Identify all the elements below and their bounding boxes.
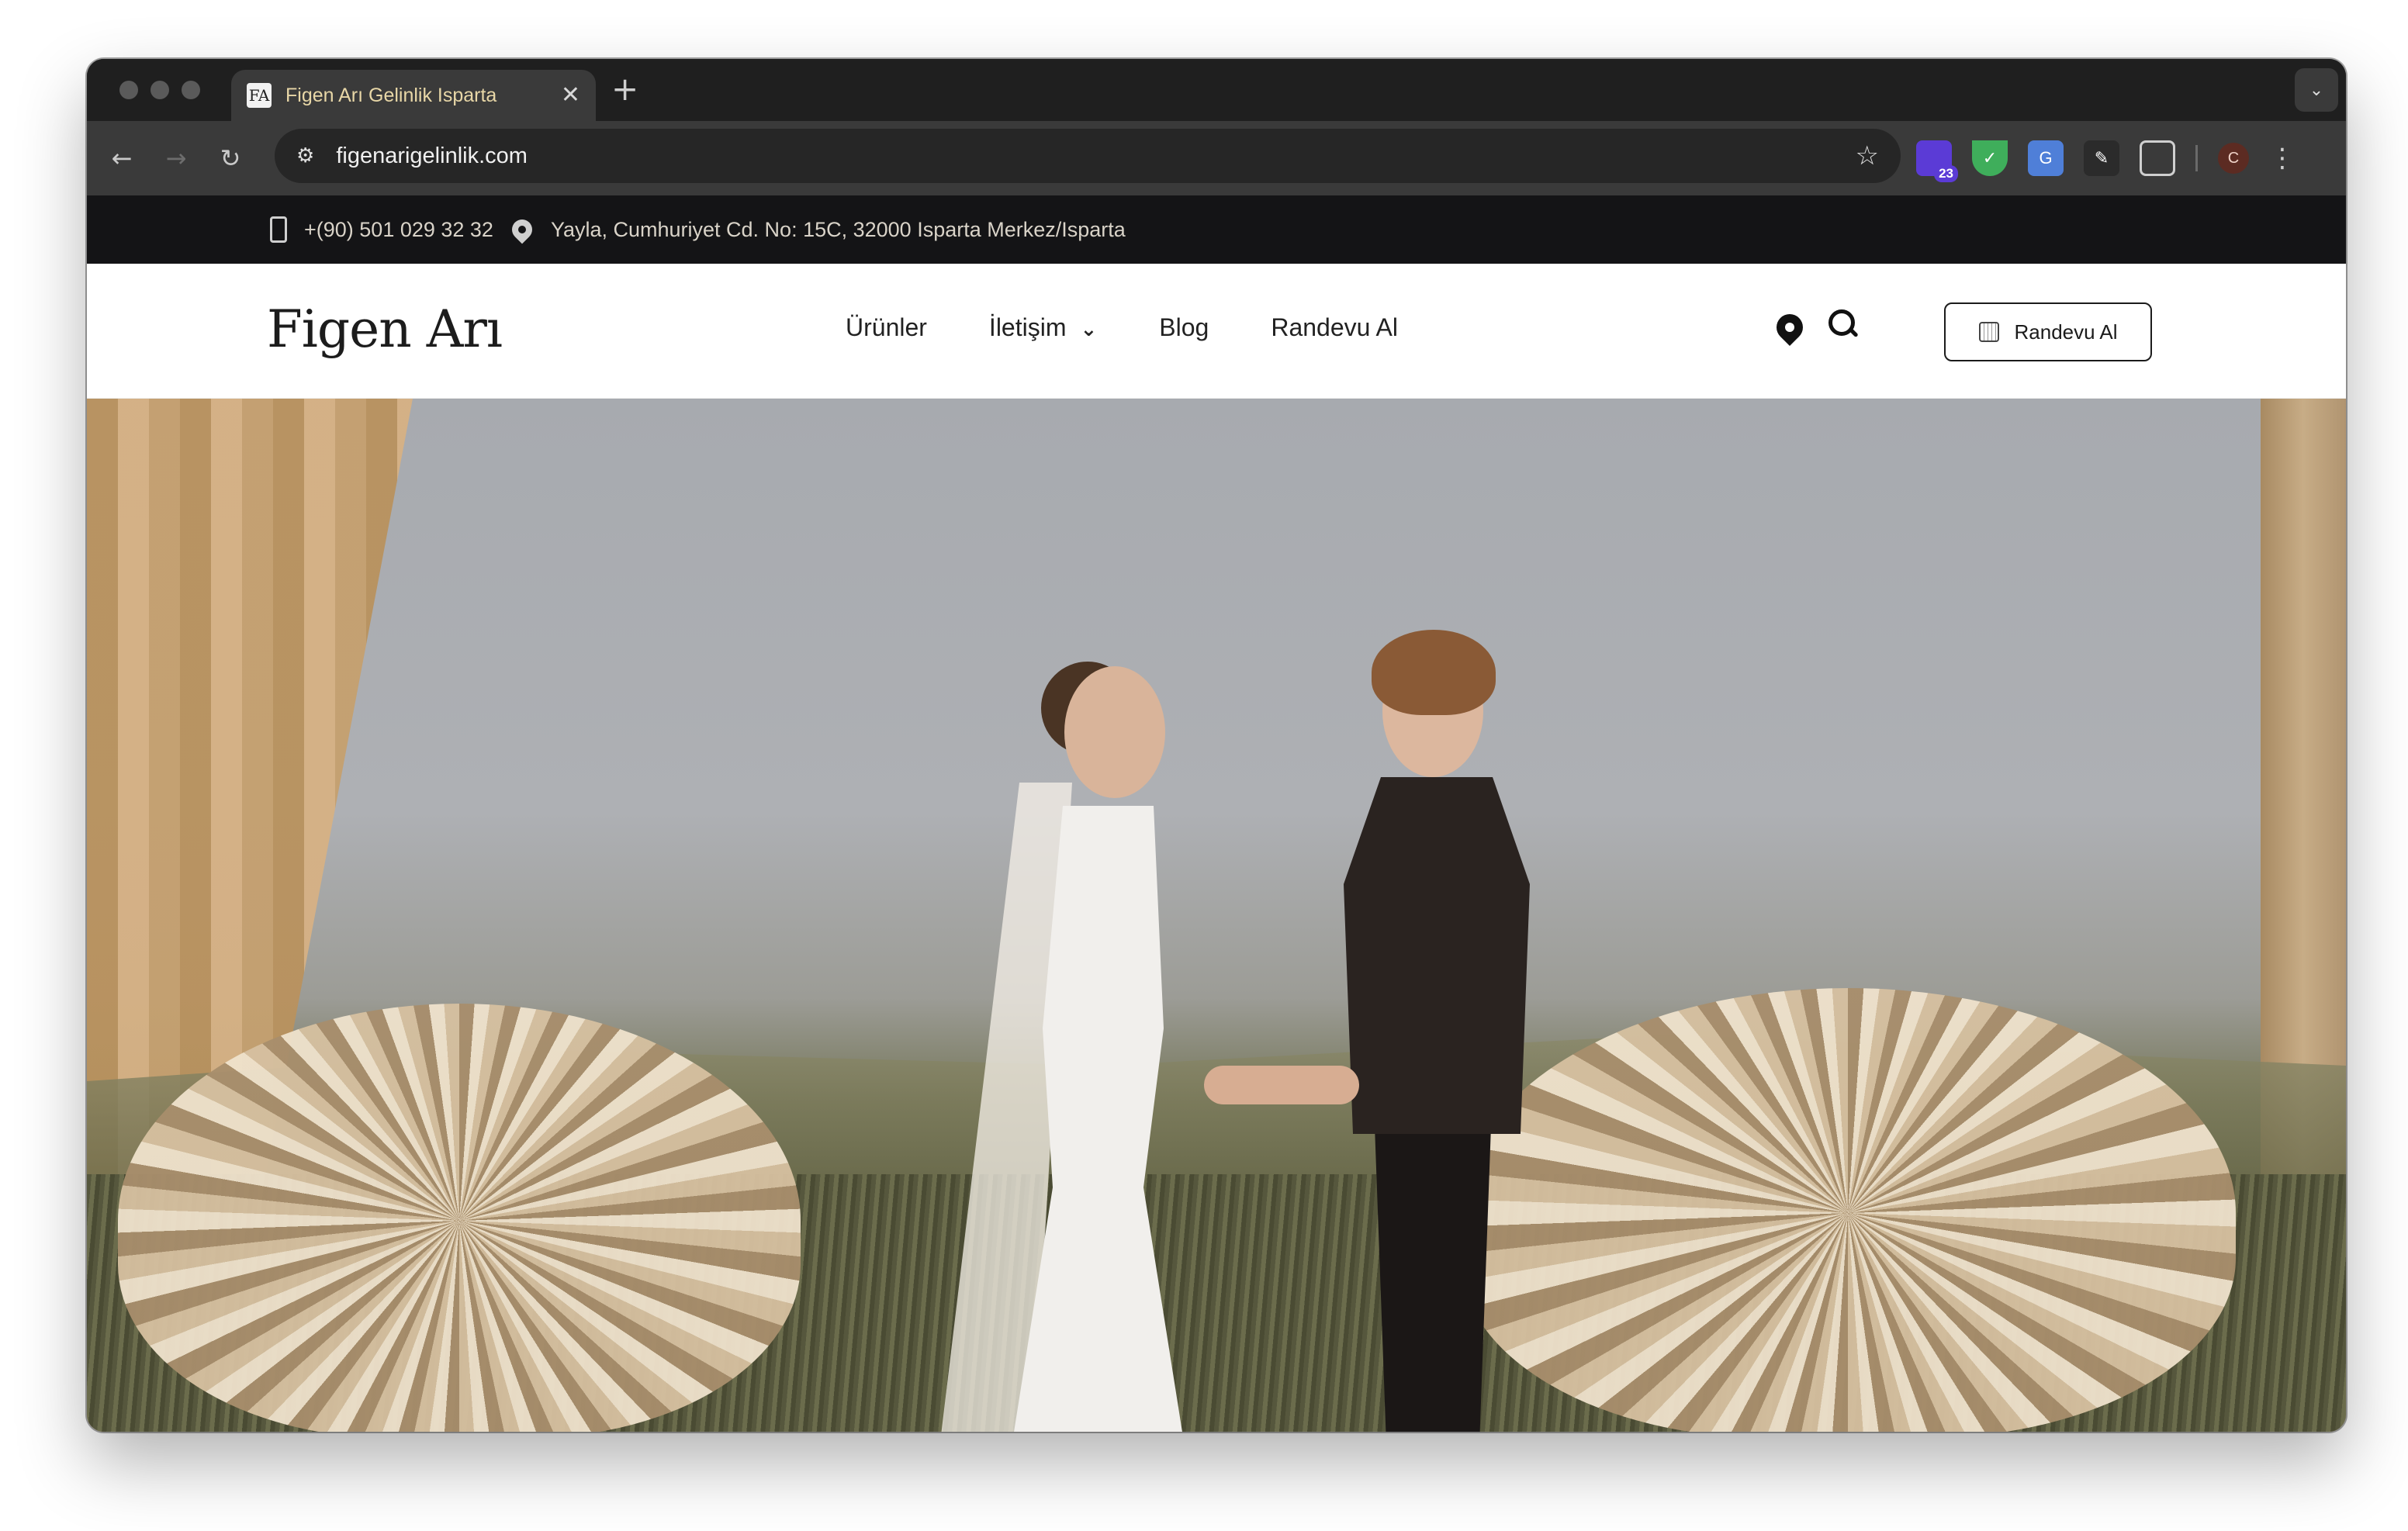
puzzle-extension-icon[interactable] <box>2140 140 2175 176</box>
phone-icon <box>270 216 287 243</box>
forward-arrow-icon[interactable]: → <box>149 143 203 173</box>
groom-figure <box>1297 630 1576 1432</box>
site-logo[interactable]: Figen Arı <box>267 299 503 359</box>
bookmark-star-icon[interactable]: ☆ <box>1856 140 1879 171</box>
header-icons <box>1770 307 1862 347</box>
tab-title: Figen Arı Gelinlik Isparta <box>285 84 497 106</box>
back-arrow-icon[interactable]: ← <box>95 143 149 173</box>
web-page: +(90) 501 029 32 32 Yayla, Cumhuriyet Cd… <box>87 195 2346 1432</box>
browser-menu-icon[interactable]: ⋮ <box>2269 143 2296 174</box>
profile-avatar[interactable]: C <box>2218 143 2249 174</box>
appointment-button-label: Randevu Al <box>2014 320 2118 344</box>
bride-head <box>1064 666 1165 798</box>
shield-extension-icon[interactable]: ✓ <box>1972 140 2008 176</box>
chevron-down-icon: ⌄ <box>1080 318 1098 341</box>
groom-hair <box>1372 630 1496 715</box>
tab-active[interactable]: FA Figen Arı Gelinlik Isparta ✕ <box>231 70 596 121</box>
browser-window: FA Figen Arı Gelinlik Isparta ✕ + ⌄ ← → … <box>87 59 2346 1432</box>
tab-strip: FA Figen Arı Gelinlik Isparta ✕ + ⌄ <box>87 59 2346 121</box>
minimize-window-button[interactable] <box>150 81 169 99</box>
location-icon[interactable] <box>1770 308 1809 347</box>
toolbar-divider <box>2195 145 2198 171</box>
new-tab-button[interactable]: + <box>611 73 638 105</box>
reload-icon[interactable]: ↻ <box>203 143 258 173</box>
groom-jacket <box>1344 777 1530 1134</box>
calendar-icon <box>1978 322 1999 342</box>
url-text[interactable]: figenarigelinlik.com <box>336 143 1855 169</box>
window-controls <box>119 81 200 99</box>
contact-topbar: +(90) 501 029 32 32 Yayla, Cumhuriyet Cd… <box>87 195 2346 264</box>
site-settings-icon[interactable]: ⚙ <box>296 144 314 168</box>
appointment-button[interactable]: Randevu Al <box>1944 302 2152 361</box>
groom-pants <box>1375 1126 1491 1432</box>
site-header: Figen Arı Ürünler İletişim ⌄ Blog Randevu… <box>87 264 2346 399</box>
pampas-grass-left <box>118 1004 801 1432</box>
extension-icon-purple[interactable]: 23 <box>1916 140 1958 182</box>
extensions-row: 23 ✓ G ✎ C ⋮ <box>1916 133 2296 183</box>
main-nav: Ürünler İletişim ⌄ Blog Randevu Al <box>846 313 1398 342</box>
tab-search-chevron-icon[interactable]: ⌄ <box>2295 68 2338 112</box>
pampas-grass-right <box>1460 988 2236 1432</box>
translate-extension-icon[interactable]: G <box>2028 140 2064 176</box>
address-text[interactable]: Yayla, Cumhuriyet Cd. No: 15C, 32000 Isp… <box>551 218 1126 242</box>
nav-item-blog[interactable]: Blog <box>1159 313 1209 342</box>
tab-close-icon[interactable]: ✕ <box>561 84 580 107</box>
nav-item-iletisim[interactable]: İletişim ⌄ <box>989 313 1097 342</box>
nav-item-urunler[interactable]: Ürünler <box>846 313 927 342</box>
search-icon[interactable] <box>1826 307 1862 343</box>
address-bar[interactable]: ⚙ figenarigelinlik.com ☆ <box>275 129 1901 183</box>
holding-hands <box>1204 1066 1359 1104</box>
pen-extension-icon[interactable]: ✎ <box>2084 140 2119 176</box>
nav-item-randevu-al[interactable]: Randevu Al <box>1271 313 1398 342</box>
close-window-button[interactable] <box>119 81 138 99</box>
location-pin-icon <box>507 215 537 244</box>
zoom-window-button[interactable] <box>182 81 200 99</box>
bride-figure <box>925 662 1266 1432</box>
tab-favicon-icon: FA <box>247 83 272 108</box>
extension-badge: 23 <box>1934 165 1958 182</box>
phone-number[interactable]: +(90) 501 029 32 32 <box>304 218 493 242</box>
browser-toolbar: ← → ↻ ⚙ figenarigelinlik.com ☆ 23 ✓ G ✎ … <box>87 121 2346 195</box>
nav-item-iletisim-label: İletişim <box>988 313 1067 341</box>
hero-image <box>87 399 2346 1432</box>
